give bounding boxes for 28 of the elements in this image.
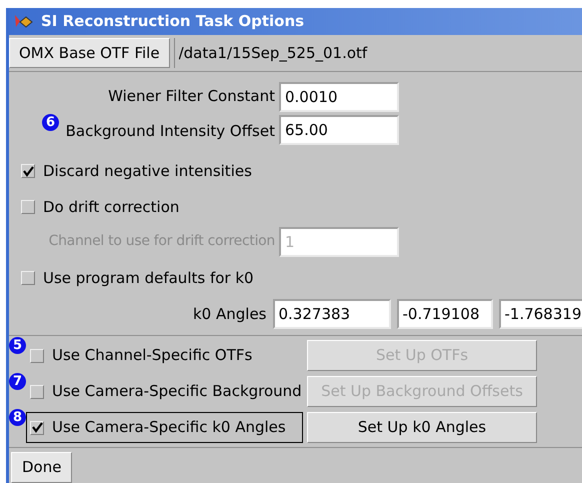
callout-badge: 8 bbox=[9, 409, 26, 426]
app-icon bbox=[13, 12, 33, 30]
text-field[interactable]: -0.719108 bbox=[396, 299, 492, 329]
option-row[interactable]: Use Camera-Specific Background bbox=[26, 376, 303, 407]
callout-badge: 6 bbox=[42, 114, 59, 131]
check-icon bbox=[22, 166, 34, 176]
checkbox[interactable] bbox=[30, 420, 44, 434]
check-icon bbox=[32, 422, 42, 433]
field-label: Channel to use for drift correction bbox=[48, 232, 275, 251]
text-field[interactable]: 65.00 bbox=[279, 114, 399, 144]
option-row[interactable]: Use Channel-Specific OTFs bbox=[26, 340, 303, 371]
checkbox[interactable] bbox=[21, 164, 35, 178]
checkbox-label: Discard negative intensities bbox=[43, 160, 252, 182]
text-field[interactable]: 0.0010 bbox=[279, 82, 399, 112]
callout-badge: 5 bbox=[9, 337, 26, 354]
window-title: SI Reconstruction Task Options bbox=[41, 11, 304, 32]
text-field[interactable]: -1.768319 bbox=[498, 299, 582, 329]
done-button[interactable]: Done bbox=[11, 452, 72, 483]
field-label: Wiener Filter Constant bbox=[108, 86, 275, 108]
text-field[interactable]: 0.327383 bbox=[272, 299, 390, 329]
otf-file-button[interactable]: OMX Base OTF File bbox=[9, 38, 170, 68]
field-label: Background Intensity Offset bbox=[66, 121, 275, 142]
callout-badge: 7 bbox=[9, 373, 26, 390]
field-label: k0 Angles bbox=[193, 304, 266, 325]
checkbox-label: Use program defaults for k0 bbox=[43, 268, 254, 289]
checkbox-label: Do drift correction bbox=[43, 196, 180, 218]
setup-button[interactable]: Set Up k0 Angles bbox=[307, 412, 537, 443]
option-row[interactable]: Use Camera-Specific k0 Angles bbox=[26, 412, 303, 443]
